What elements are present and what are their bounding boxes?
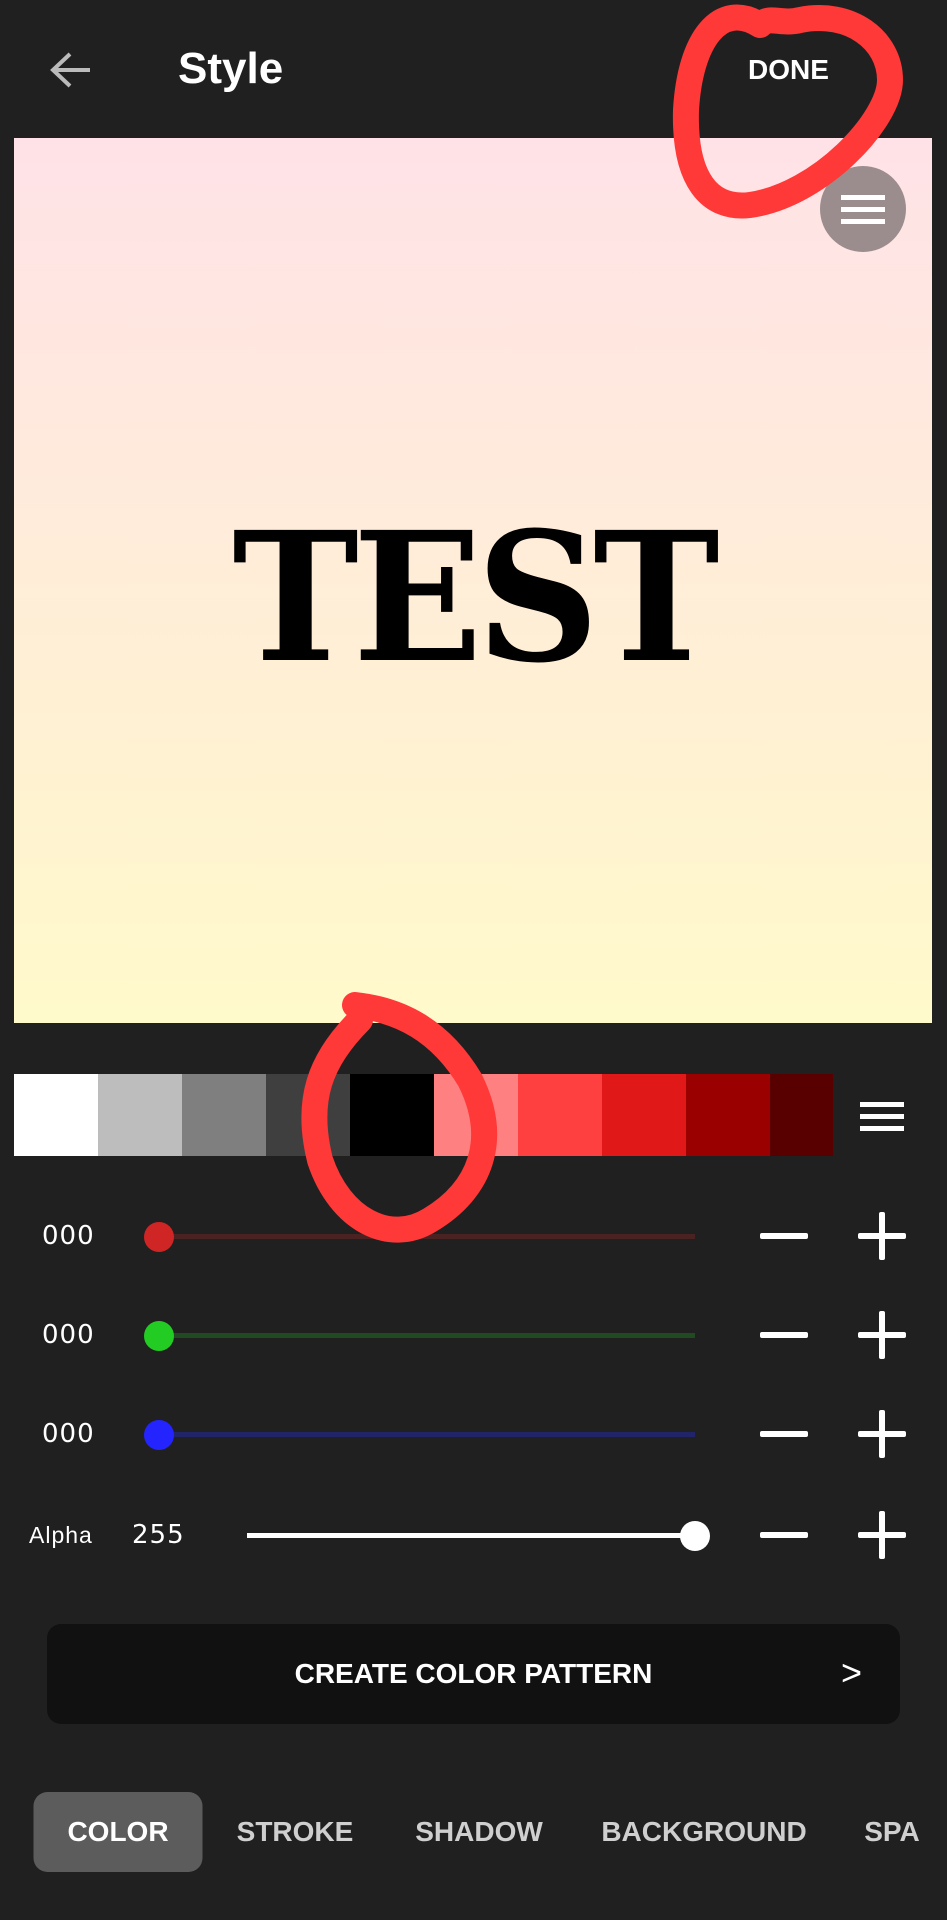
page-title: Style: [178, 44, 284, 93]
color-swatch[interactable]: [602, 1074, 686, 1156]
alpha-decrease-button[interactable]: [760, 1532, 808, 1538]
green-value: 000: [42, 1320, 95, 1350]
preview-text: TEST: [232, 493, 719, 703]
color-swatch[interactable]: [182, 1074, 266, 1156]
blue-slider-row: 000: [0, 1404, 947, 1464]
green-slider[interactable]: [159, 1333, 695, 1338]
create-color-pattern-button[interactable]: CREATE COLOR PATTERN >: [47, 1624, 900, 1724]
color-swatch[interactable]: [434, 1074, 518, 1156]
alpha-slider-thumb[interactable]: [680, 1521, 710, 1551]
alpha-slider-row: Alpha 255: [0, 1505, 947, 1565]
green-decrease-button[interactable]: [760, 1332, 808, 1338]
create-color-pattern-label: CREATE COLOR PATTERN: [294, 1658, 653, 1689]
alpha-value: 255: [132, 1520, 185, 1550]
text-preview-canvas: TEST: [14, 138, 932, 1023]
color-swatch[interactable]: [770, 1074, 833, 1156]
green-increase-button[interactable]: [858, 1311, 906, 1359]
chevron-right-icon: >: [840, 1652, 862, 1693]
tab-color[interactable]: COLOR: [33, 1792, 203, 1872]
more-vertical-icon[interactable]: [886, 49, 896, 59]
style-tabs: COLOR STROKE SHADOW BACKGROUND SPA: [0, 1792, 947, 1872]
tab-spacing[interactable]: SPA: [864, 1792, 920, 1872]
red-value: 000: [42, 1221, 95, 1251]
red-slider-row: 000: [0, 1206, 947, 1266]
alpha-label: Alpha: [29, 1522, 93, 1548]
red-increase-button[interactable]: [858, 1212, 906, 1260]
palette-menu-icon[interactable]: [860, 1102, 904, 1131]
color-palette: [14, 1074, 833, 1156]
red-slider-thumb[interactable]: [144, 1222, 174, 1252]
color-swatch[interactable]: [350, 1074, 434, 1156]
preview-menu-button[interactable]: [820, 166, 906, 252]
green-slider-row: 000: [0, 1305, 947, 1365]
tab-shadow[interactable]: SHADOW: [415, 1792, 543, 1872]
alpha-slider[interactable]: [247, 1533, 695, 1538]
color-swatch[interactable]: [98, 1074, 182, 1156]
blue-value: 000: [42, 1419, 95, 1449]
color-swatch[interactable]: [266, 1074, 350, 1156]
red-decrease-button[interactable]: [760, 1233, 808, 1239]
color-swatch[interactable]: [518, 1074, 602, 1156]
blue-increase-button[interactable]: [858, 1410, 906, 1458]
color-swatch[interactable]: [14, 1074, 98, 1156]
tab-background[interactable]: BACKGROUND: [601, 1792, 806, 1872]
color-swatch[interactable]: [686, 1074, 770, 1156]
red-slider[interactable]: [159, 1234, 695, 1239]
back-arrow-icon[interactable]: [48, 50, 92, 90]
green-slider-thumb[interactable]: [144, 1321, 174, 1351]
done-button[interactable]: DONE: [748, 54, 829, 86]
blue-slider[interactable]: [159, 1432, 695, 1437]
alpha-increase-button[interactable]: [858, 1511, 906, 1559]
blue-slider-thumb[interactable]: [144, 1420, 174, 1450]
blue-decrease-button[interactable]: [760, 1431, 808, 1437]
tab-stroke[interactable]: STROKE: [237, 1792, 354, 1872]
